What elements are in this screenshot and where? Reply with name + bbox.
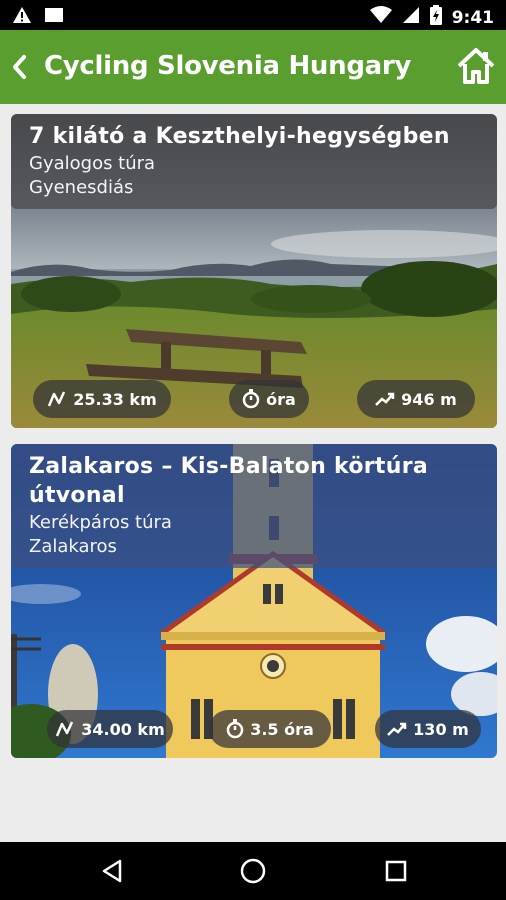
tour-title: Zalakaros – Kis-Balaton körtúra útvonal xyxy=(29,454,428,508)
stopwatch-icon xyxy=(226,719,244,739)
nav-back-button[interactable] xyxy=(97,856,127,886)
nav-recents-button[interactable] xyxy=(381,856,411,886)
home-circle-icon xyxy=(240,858,266,884)
back-button[interactable] xyxy=(4,48,34,86)
route-icon xyxy=(48,391,66,407)
signal-icon xyxy=(402,6,420,29)
app-bar: Cycling Slovenia Hungary xyxy=(0,30,506,104)
nav-home-button[interactable] xyxy=(238,856,268,886)
distance-value: 25.33 km xyxy=(73,389,157,409)
warning-icon xyxy=(12,6,32,28)
notification-icon xyxy=(44,7,64,27)
tour-type: Kerékpáros túra xyxy=(29,512,172,533)
battery-icon xyxy=(429,5,442,30)
home-icon xyxy=(457,48,495,84)
elevation-value: 946 m xyxy=(401,389,457,409)
tour-info-overlay: 7 kilátó a Keszthelyi-hegységben Gyalogo… xyxy=(11,114,497,209)
elevation-value: 130 m xyxy=(413,719,469,739)
duration-value: óra xyxy=(266,389,296,409)
trending-up-icon xyxy=(375,392,395,406)
elevation-chip: 946 m xyxy=(357,380,475,418)
clock-time: 9:41 xyxy=(451,7,494,28)
distance-value: 34.00 km xyxy=(81,719,165,739)
wifi-icon xyxy=(369,6,392,29)
tour-title: 7 kilátó a Keszthelyi-hegységben xyxy=(29,124,450,149)
distance-chip: 34.00 km xyxy=(47,710,173,748)
duration-chip: 3.5 óra xyxy=(209,710,331,748)
stopwatch-icon xyxy=(242,389,260,409)
back-triangle-icon xyxy=(102,859,122,883)
duration-value: 3.5 óra xyxy=(250,719,314,739)
system-nav-bar xyxy=(0,842,506,900)
duration-chip: óra xyxy=(229,380,309,418)
tour-card[interactable]: Zalakaros – Kis-Balaton körtúra útvonal … xyxy=(11,444,497,758)
tour-info-overlay: Zalakaros – Kis-Balaton körtúra útvonal … xyxy=(11,444,497,568)
route-icon xyxy=(56,721,74,737)
tour-type: Gyalogos túra xyxy=(29,153,156,174)
tour-card[interactable]: 7 kilátó a Keszthelyi-hegységben Gyalogo… xyxy=(11,114,497,428)
home-button[interactable] xyxy=(456,46,496,86)
tour-location: Zalakaros xyxy=(29,536,117,557)
chevron-left-icon xyxy=(13,55,26,79)
page-title: Cycling Slovenia Hungary xyxy=(44,51,412,81)
distance-chip: 25.33 km xyxy=(33,380,171,418)
tour-location: Gyenesdiás xyxy=(29,177,134,198)
status-bar: 9:41 xyxy=(0,0,506,30)
elevation-chip: 130 m xyxy=(375,710,481,748)
recents-square-icon xyxy=(385,860,407,882)
trending-up-icon xyxy=(387,722,407,736)
